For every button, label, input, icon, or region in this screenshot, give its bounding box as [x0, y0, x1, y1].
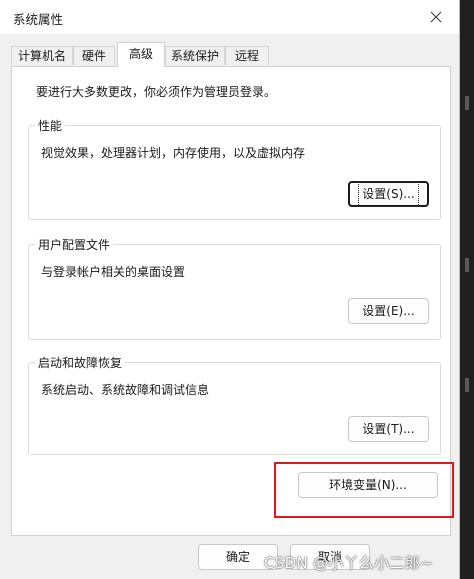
scroll-mark — [465, 96, 469, 110]
performance-description: 视觉效果，处理器计划，内存使用，以及虚拟内存 — [41, 146, 306, 160]
user-profiles-description: 与登录帐户相关的桌面设置 — [41, 265, 186, 279]
user-profiles-settings-button[interactable]: 设置(E)... — [348, 298, 429, 324]
performance-group: 性能 视觉效果，处理器计划，内存使用，以及虚拟内存 设置(S)... — [28, 117, 441, 220]
user-profiles-group: 用户配置文件 与登录帐户相关的桌面设置 设置(E)... — [28, 236, 441, 340]
tab-label: 高级 — [128, 47, 153, 61]
close-button[interactable] — [413, 0, 459, 34]
startup-recovery-settings-button[interactable]: 设置(T)... — [348, 416, 429, 442]
button-label: 设置(E)... — [362, 304, 415, 318]
tab-system-protection[interactable]: 系统保护 — [165, 46, 225, 65]
button-label: 确定 — [225, 550, 250, 564]
performance-settings-button[interactable]: 设置(S)... — [348, 181, 429, 207]
csdn-watermark: CSDN @小丫么小二郎~ — [264, 554, 434, 572]
startup-recovery-description: 系统启动、系统故障和调试信息 — [41, 383, 210, 397]
close-icon — [430, 11, 442, 23]
button-label: 设置(T)... — [362, 422, 415, 436]
tab-label: 远程 — [234, 49, 259, 63]
admin-notice: 要进行大多数更改，你必须作为管理员登录。 — [36, 85, 277, 99]
background-scroll-edge — [460, 0, 474, 579]
tab-label: 系统保护 — [170, 49, 219, 63]
tab-hardware[interactable]: 硬件 — [73, 46, 115, 65]
startup-recovery-group: 启动和故障恢复 系统启动、系统故障和调试信息 设置(T)... — [28, 354, 441, 455]
title-bar: 系统属性 — [0, 0, 459, 34]
scroll-mark — [465, 378, 469, 392]
performance-group-title: 性能 — [35, 117, 66, 134]
tab-label: 硬件 — [81, 49, 106, 63]
window-title: 系统属性 — [13, 12, 64, 27]
tab-label: 计算机名 — [17, 49, 66, 63]
tab-computer-name[interactable]: 计算机名 — [11, 46, 73, 65]
system-properties-dialog: 系统属性 计算机名 硬件 高级 系统保护 远程 要进行大多数更改，你必须作为管理… — [0, 0, 460, 579]
tab-remote[interactable]: 远程 — [225, 46, 269, 65]
scroll-mark — [465, 258, 469, 272]
startup-recovery-group-title: 启动和故障恢复 — [35, 354, 126, 371]
tab-advanced[interactable]: 高级 — [117, 42, 165, 67]
button-label: 设置(S)... — [358, 181, 419, 207]
user-profiles-group-title: 用户配置文件 — [35, 236, 114, 253]
highlight-annotation — [274, 462, 454, 518]
